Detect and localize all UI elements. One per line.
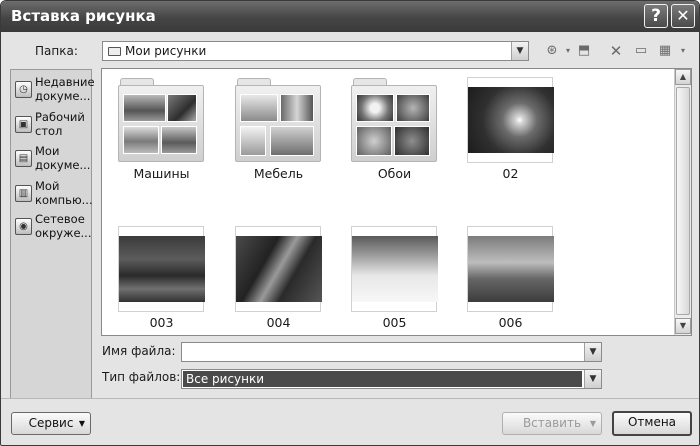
- filename-combo[interactable]: ▼: [181, 342, 602, 362]
- up-folder-icon[interactable]: ⬒: [575, 42, 593, 60]
- item-label: 006: [498, 315, 523, 330]
- folder-thumbnail: [351, 77, 437, 163]
- chevron-down-icon[interactable]: ▼: [584, 370, 601, 388]
- image-thumbnail: [351, 226, 438, 312]
- places-bar: ◷ Недавние докуме... ▣ Рабочий стол ▤ Мо…: [10, 69, 95, 399]
- place-label: Рабочий стол: [35, 110, 85, 138]
- item-label: 005: [382, 315, 407, 330]
- cancel-button[interactable]: Отмена: [612, 411, 692, 436]
- item-label: 004: [266, 315, 291, 330]
- insert-picture-dialog: Вставка рисунка ? ✕ Папка: Мои рисунки ▼…: [0, 0, 700, 446]
- new-folder-icon[interactable]: ▭: [632, 42, 650, 60]
- my-computer-icon: ▥: [15, 185, 32, 202]
- views-icon[interactable]: ▦: [656, 42, 674, 60]
- insert-button[interactable]: Вставить ▼: [502, 412, 602, 435]
- scroll-down-icon[interactable]: ▼: [675, 318, 691, 334]
- my-documents-icon: ▤: [15, 150, 32, 167]
- place-network[interactable]: ◉ Сетевое окруже...: [13, 210, 92, 246]
- views-dropdown-icon[interactable]: ▾: [674, 42, 692, 60]
- place-label: Недавние докуме...: [35, 75, 95, 103]
- image-thumbnail: [118, 226, 205, 312]
- recent-documents-icon: ◷: [15, 81, 32, 98]
- folder-path-value: Мои рисунки: [125, 44, 207, 58]
- folder-item-cars[interactable]: Машины: [114, 73, 209, 181]
- image-thumbnail: [235, 226, 322, 312]
- service-button-label: Сервис: [28, 416, 74, 430]
- scroll-thumb[interactable]: [676, 87, 690, 315]
- scroll-up-icon[interactable]: ▲: [675, 69, 691, 85]
- item-label: Обои: [377, 166, 412, 181]
- window-title: Вставка рисунка: [11, 7, 156, 25]
- item-label: Мебель: [253, 166, 304, 181]
- place-my-documents[interactable]: ▤ Мои докуме...: [13, 142, 91, 178]
- network-icon: ◉: [15, 218, 32, 235]
- filename-label: Имя файла:: [102, 344, 176, 358]
- filetype-combo[interactable]: Все рисунки ▼: [181, 369, 602, 389]
- place-recent-documents[interactable]: ◷ Недавние докуме...: [13, 73, 95, 109]
- image-item-005[interactable]: 005: [347, 222, 442, 330]
- image-item-006[interactable]: 006: [463, 222, 558, 330]
- folder-item-furniture[interactable]: Мебель: [231, 73, 326, 181]
- item-label: 02: [502, 166, 519, 181]
- folder-path-combo[interactable]: Мои рисунки ▼: [102, 41, 529, 61]
- folder-thumbnail: [118, 77, 204, 163]
- folder-thumbnail: [235, 77, 321, 163]
- close-button[interactable]: ✕: [671, 4, 695, 28]
- vertical-scrollbar[interactable]: ▲ ▼: [674, 69, 691, 335]
- filetype-value: Все рисунки: [183, 371, 582, 387]
- service-button[interactable]: Сервис ▼: [11, 412, 91, 435]
- help-button[interactable]: ?: [644, 4, 668, 28]
- place-label: Мой компью...: [35, 179, 93, 207]
- chevron-down-icon[interactable]: ▼: [511, 42, 528, 60]
- dropdown-arrow-icon: ▼: [589, 419, 596, 428]
- image-item-004[interactable]: 004: [231, 222, 326, 330]
- image-thumbnail: [467, 77, 554, 163]
- dropdown-arrow-icon: ▼: [78, 419, 85, 428]
- chevron-down-icon[interactable]: ▼: [584, 343, 601, 361]
- item-label: 003: [149, 315, 174, 330]
- file-browser: Машины Мебель Обои 02 003 004 005 006 ▲ …: [101, 68, 692, 336]
- item-label: Машины: [133, 166, 190, 181]
- desktop-icon: ▣: [15, 116, 32, 133]
- place-my-computer[interactable]: ▥ Мой компью...: [13, 177, 93, 213]
- place-desktop[interactable]: ▣ Рабочий стол: [13, 108, 91, 144]
- image-thumbnail: [467, 226, 554, 312]
- footer-separator: [1, 398, 699, 399]
- folder-item-wallpapers[interactable]: Обои: [347, 73, 442, 181]
- filetype-label: Тип файлов:: [102, 370, 181, 384]
- insert-button-label: Вставить: [522, 416, 582, 430]
- image-item-02[interactable]: 02: [463, 73, 558, 181]
- delete-icon[interactable]: ✕: [607, 42, 625, 60]
- folder-icon: [108, 47, 121, 56]
- place-label: Сетевое окруже...: [35, 212, 92, 240]
- image-item-003[interactable]: 003: [114, 222, 209, 330]
- place-label: Мои докуме...: [35, 144, 91, 172]
- title-bar: Вставка рисунка ? ✕: [1, 1, 699, 32]
- folder-label: Папка:: [35, 44, 78, 58]
